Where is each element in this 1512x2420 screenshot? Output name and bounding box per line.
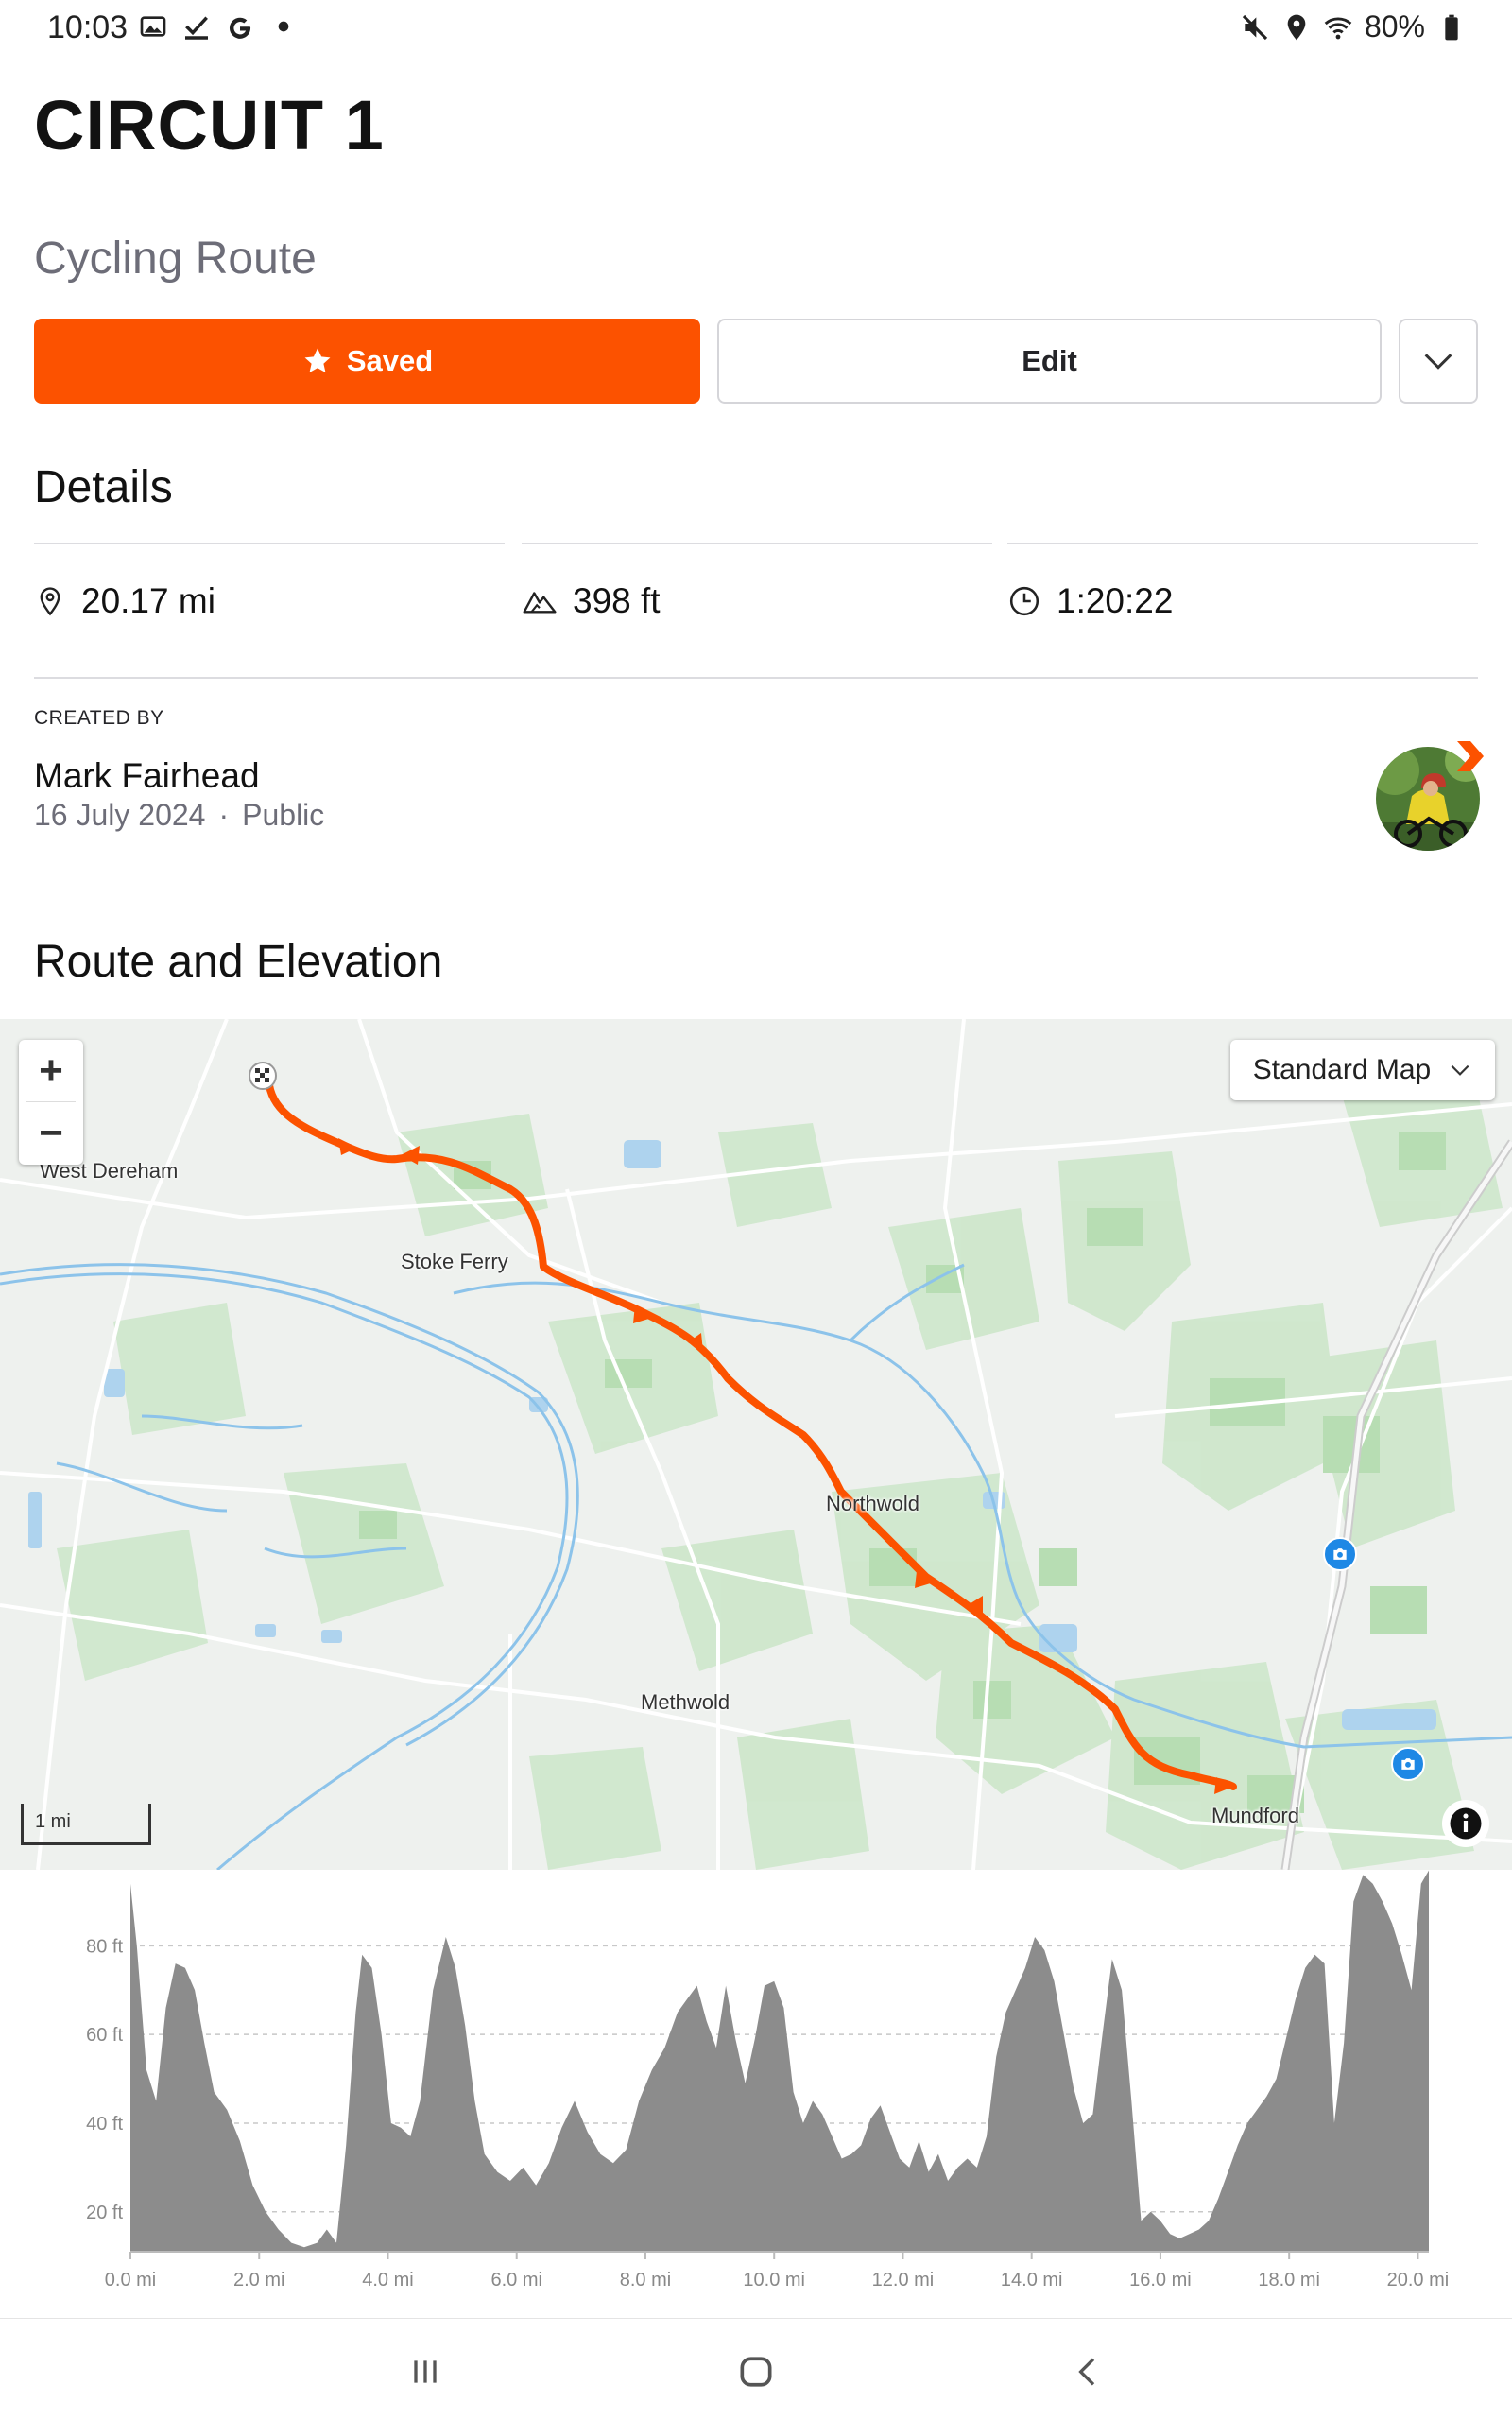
back-icon — [1078, 2358, 1095, 2386]
battery-icon — [1445, 14, 1458, 40]
battery-percent: 80% — [1364, 9, 1425, 43]
map-scale: 1 mi — [21, 1804, 151, 1845]
map-info-button[interactable] — [1442, 1800, 1489, 1847]
place-methwold: Methwold — [641, 1690, 730, 1714]
time-stat: 1:20:22 — [1007, 543, 1478, 620]
meta-separator: · — [218, 798, 230, 832]
zoom-out-button[interactable]: − — [19, 1102, 83, 1165]
status-icons-left — [138, 11, 299, 42]
creator-name[interactable]: Mark Fairhead — [34, 756, 260, 796]
chevron-down-icon — [1451, 1064, 1469, 1076]
camera-icon[interactable] — [1391, 1747, 1425, 1781]
y-tick-label: 80 ft — [86, 1936, 123, 1957]
mute-icon — [1242, 14, 1268, 40]
recent-apps-button[interactable] — [397, 2343, 454, 2400]
status-bar: 10:03 80% — [0, 0, 1512, 53]
route-type: Cycling Route — [34, 233, 317, 284]
elevation-value: 398 ft — [573, 581, 661, 620]
location-pin-icon — [40, 587, 60, 616]
recent-apps-icon — [414, 2360, 437, 2383]
info-icon — [1450, 1807, 1482, 1840]
strava-badge-icon — [1457, 741, 1484, 771]
y-tick-label: 60 ft — [86, 2025, 123, 2046]
scale-label: 1 mi — [35, 1811, 71, 1832]
details-heading: Details — [34, 462, 173, 512]
camera-icon[interactable] — [1323, 1537, 1357, 1571]
home-button[interactable] — [728, 2343, 784, 2400]
zoom-control: + − — [19, 1040, 83, 1165]
distance-value: 20.17 mi — [81, 581, 215, 620]
elevation-chart[interactable]: 20 ft 40 ft 60 ft 80 ft 0.0 mi 2.0 mi 4.0 mi 6.… — [0, 1870, 1512, 2314]
x-tick-label: 8.0 mi — [620, 2270, 671, 2290]
x-tick-label: 10.0 mi — [743, 2270, 805, 2290]
x-tick-label: 12.0 mi — [872, 2270, 935, 2290]
home-icon — [740, 2357, 772, 2387]
saved-label: Saved — [346, 344, 434, 377]
route-title: CIRCUIT 1 — [34, 86, 385, 164]
more-options-button[interactable] — [1399, 319, 1478, 404]
route-map[interactable]: West Dereham Stoke Ferry Northwold Methw… — [0, 1019, 1512, 1870]
status-icons-right: 80% — [1240, 9, 1467, 44]
edit-button[interactable]: Edit — [717, 319, 1382, 404]
gallery-icon — [140, 16, 166, 37]
back-button[interactable] — [1060, 2343, 1117, 2400]
elevation-area — [130, 1870, 1429, 2252]
x-tick-label: 16.0 mi — [1129, 2270, 1192, 2290]
x-tick-label: 18.0 mi — [1258, 2270, 1320, 2290]
status-time: 10:03 — [47, 9, 129, 45]
clock-icon — [1009, 586, 1040, 616]
x-tick-label: 2.0 mi — [233, 2270, 284, 2290]
created-by-label: CREATED BY — [34, 707, 164, 729]
place-mundford: Mundford — [1211, 1804, 1299, 1827]
x-tick-label: 6.0 mi — [490, 2270, 541, 2290]
zoom-in-button[interactable]: + — [19, 1040, 83, 1102]
checkmark-icon — [185, 16, 208, 40]
location-icon — [1287, 14, 1306, 40]
elevation-stat: 398 ft — [522, 543, 992, 620]
x-tick-label: 4.0 mi — [362, 2270, 413, 2290]
map-type-label: Standard Map — [1252, 1054, 1432, 1085]
place-northwold: Northwold — [826, 1492, 920, 1515]
map-type-select[interactable]: Standard Map — [1230, 1040, 1495, 1100]
star-icon — [304, 348, 331, 373]
x-tick-label: 0.0 mi — [105, 2270, 156, 2290]
y-tick-label: 20 ft — [86, 2203, 123, 2223]
visibility: Public — [242, 798, 325, 832]
google-icon — [229, 17, 251, 39]
time-value: 1:20:22 — [1057, 581, 1174, 620]
x-tick-label: 14.0 mi — [1001, 2270, 1063, 2290]
y-tick-label: 40 ft — [86, 2114, 123, 2135]
edit-label: Edit — [1022, 344, 1077, 377]
saved-button[interactable]: Saved — [34, 319, 700, 404]
divider — [34, 677, 1478, 679]
mountain-icon — [523, 592, 557, 614]
navigation-bar — [0, 2318, 1512, 2420]
place-stoke-ferry: Stoke Ferry — [401, 1250, 508, 1273]
route-elevation-heading: Route and Elevation — [34, 937, 443, 987]
created-date: 16 July 2024 — [34, 798, 206, 832]
distance-stat: 20.17 mi — [34, 543, 505, 620]
chevron-down-icon — [1424, 354, 1452, 370]
creator-meta: 16 July 2024 · Public — [34, 798, 324, 833]
dot-icon — [278, 21, 289, 32]
wifi-icon — [1324, 16, 1352, 39]
x-tick-label: 20.0 mi — [1387, 2270, 1450, 2290]
map-canvas — [0, 1019, 1512, 1870]
